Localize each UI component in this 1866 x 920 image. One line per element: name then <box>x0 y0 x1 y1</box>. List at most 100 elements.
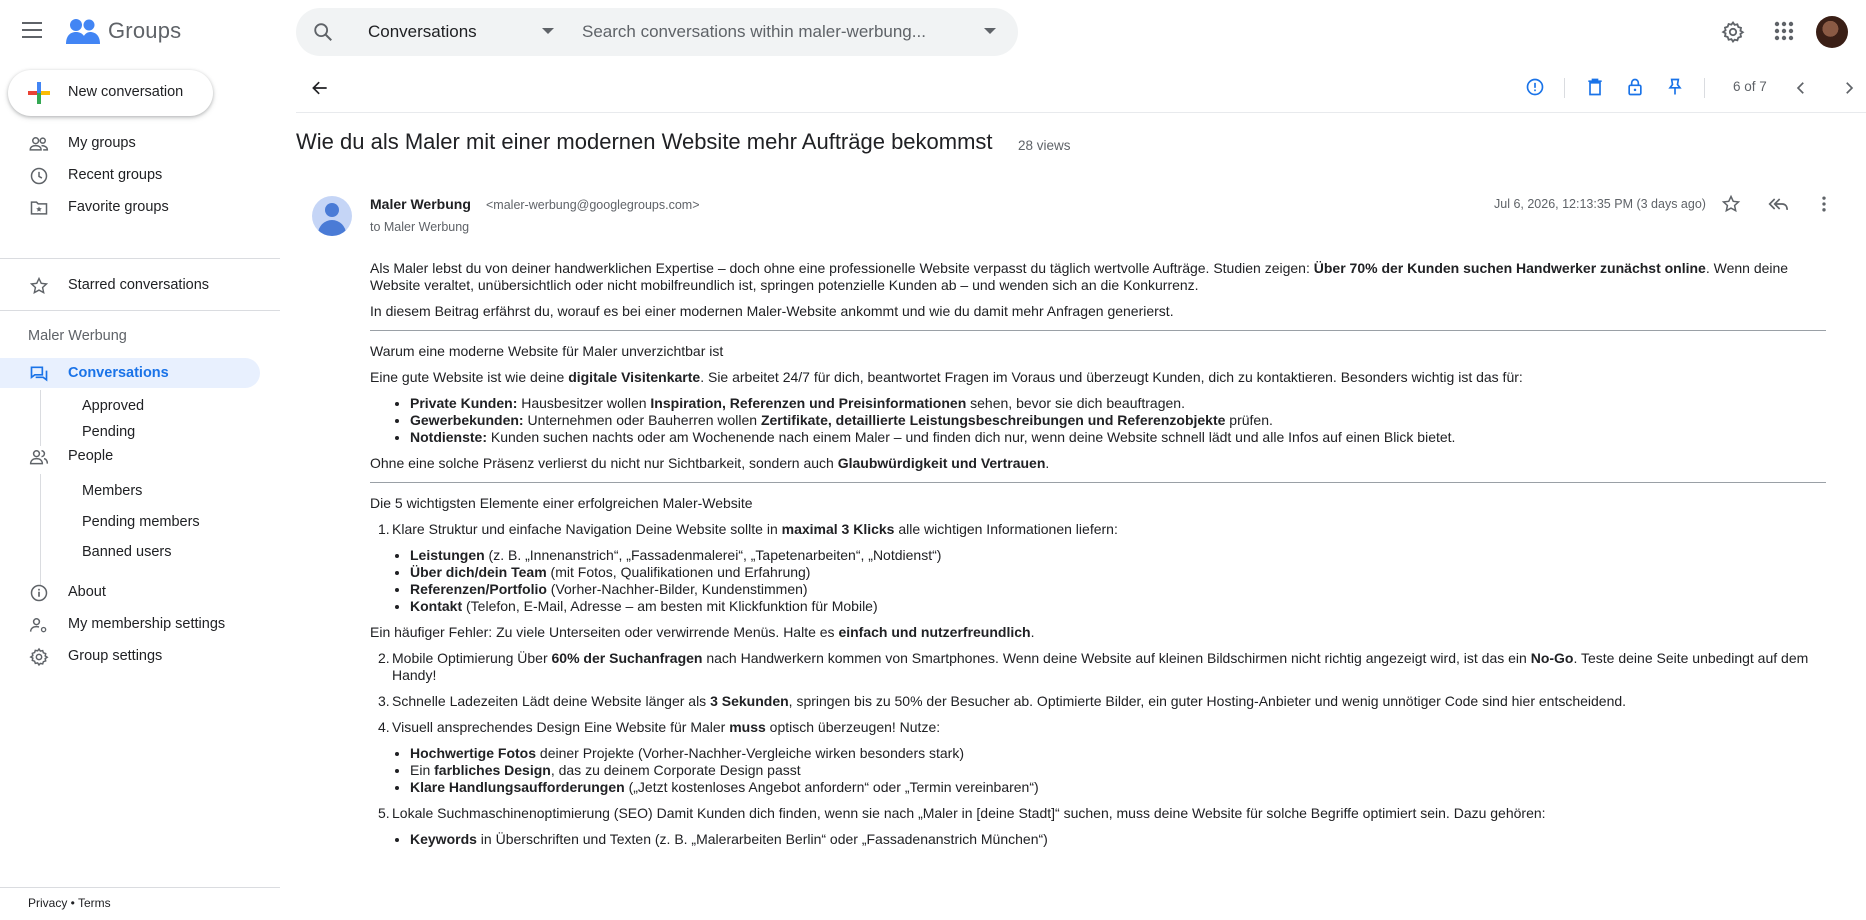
chevron-down-icon[interactable] <box>542 28 554 34</box>
privacy-link[interactable]: Privacy <box>28 896 67 910</box>
tree-line <box>40 390 41 446</box>
sidebar-item-banned-users[interactable]: Banned users <box>82 544 171 560</box>
pin-icon[interactable] <box>1665 77 1685 97</box>
numbered-item: 1. Klare Struktur und einfache Navigation… <box>378 521 1118 537</box>
star-icon[interactable] <box>1721 194 1741 214</box>
sidebar-item-people[interactable]: People <box>0 441 260 471</box>
recipient-line: to Maler Werbung <box>370 220 470 234</box>
lock-icon[interactable] <box>1625 77 1645 97</box>
sidebar-item-members[interactable]: Members <box>82 483 142 499</box>
chevron-left-icon[interactable] <box>1792 79 1810 97</box>
tree-line <box>40 474 41 586</box>
top-bar: Groups Conversations <box>0 0 1866 64</box>
terms-link[interactable]: Terms <box>78 896 111 910</box>
delete-icon[interactable] <box>1585 77 1605 97</box>
toolbar-divider <box>296 112 1866 113</box>
star-icon <box>29 276 49 295</box>
app-name: Groups <box>108 18 182 43</box>
gear-icon <box>29 647 49 667</box>
horizontal-rule <box>370 330 1826 331</box>
sidebar-item-approved[interactable]: Approved <box>82 398 144 414</box>
search-scope-select[interactable]: Conversations <box>368 22 477 42</box>
sidebar: New conversation My groups Recent groups… <box>0 64 280 920</box>
numbered-item: 5. Lokale Suchmaschinenoptimierung (SEO) … <box>378 805 1546 821</box>
footer-separator: • <box>67 896 78 910</box>
sidebar-item-recent-groups[interactable]: Recent groups <box>0 160 260 190</box>
paragraph: In diesem Beitrag erfährst du, worauf es… <box>370 303 1174 319</box>
bullet-list: Hochwertige Fotos deiner Projekte (Vorhe… <box>410 745 1826 796</box>
forum-icon <box>30 366 48 382</box>
horizontal-rule <box>370 482 1826 483</box>
bullet-list: Private Kunden: Hausbesitzer wollen Insp… <box>410 395 1826 446</box>
view-count: 28 views <box>1018 138 1071 153</box>
search-bar: Conversations <box>296 8 1018 56</box>
sidebar-item-group-settings[interactable]: Group settings <box>0 641 260 671</box>
chevron-right-icon[interactable] <box>1840 79 1858 97</box>
search-options-icon[interactable] <box>984 28 996 34</box>
sidebar-item-starred[interactable]: Starred conversations <box>0 270 260 300</box>
clock-icon <box>30 167 48 185</box>
groups-logo-icon <box>66 19 100 44</box>
sidebar-item-label: Favorite groups <box>68 199 169 215</box>
new-conversation-button[interactable]: New conversation <box>8 70 213 116</box>
sidebar-item-membership-settings[interactable]: My membership settings <box>0 609 260 639</box>
message-date: Jul 6, 2026, 12:13:35 PM (3 days ago) <box>1494 197 1706 211</box>
sidebar-divider <box>0 310 280 311</box>
search-input[interactable] <box>582 18 972 46</box>
sidebar-item-about[interactable]: About <box>0 577 260 607</box>
star-folder-icon <box>30 201 48 215</box>
list-item: Gewerbekunden: Unternehmen oder Bauherre… <box>410 412 1826 429</box>
plus-icon <box>28 82 50 104</box>
list-item: Referenzen/Portfolio (Vorher-Nachher-Bil… <box>410 581 1826 598</box>
paragraph: Als Maler lebst du von deiner handwerkli… <box>370 260 1789 293</box>
report-icon[interactable] <box>1525 77 1545 97</box>
info-icon <box>30 584 48 602</box>
thread-subject: Wie du als Maler mit einer modernen Webs… <box>296 129 993 154</box>
bullet-list: Keywords in Überschriften und Texten (z.… <box>410 831 1826 848</box>
list-item: Private Kunden: Hausbesitzer wollen Insp… <box>410 395 1826 412</box>
sidebar-item-favorite-groups[interactable]: Favorite groups <box>0 192 260 222</box>
search-icon[interactable] <box>312 21 334 43</box>
reply-all-icon[interactable] <box>1767 194 1789 214</box>
numbered-item: 3. Schnelle Ladezeiten Lädt deine Website… <box>378 693 1627 709</box>
numbered-item: 2. Mobile Optimierung Über 60% der Suchan… <box>378 650 1809 683</box>
section-heading: Die 5 wichtigsten Elemente einer erfolgr… <box>370 495 753 511</box>
sidebar-item-label: My membership settings <box>68 616 226 632</box>
people-icon <box>29 450 49 465</box>
sidebar-item-label: My groups <box>68 135 136 151</box>
bullet-list: Leistungen (z. B. „Innenanstrich“, „Fass… <box>410 547 1826 615</box>
sidebar-item-label: Recent groups <box>68 167 163 183</box>
toolbar-separator <box>1704 78 1705 98</box>
people-icon <box>29 137 49 151</box>
back-arrow-icon[interactable] <box>310 78 330 98</box>
list-item: Klare Handlungsaufforderungen („Jetzt ko… <box>410 779 1826 796</box>
main-content: 6 of 7 Wie du als Maler mit einer modern… <box>296 64 1866 920</box>
sender-name[interactable]: Maler Werbung <box>370 196 471 212</box>
paragraph: Ohne eine solche Präsenz verlierst du ni… <box>370 455 1050 471</box>
apps-grid-icon[interactable] <box>1773 20 1795 42</box>
footer-links: Privacy • Terms <box>28 896 111 910</box>
list-item: Ein farbliches Design, das zu deinem Cor… <box>410 762 1826 779</box>
sender-email: <maler-werbung@googlegroups.com> <box>486 198 700 212</box>
sidebar-item-conversations[interactable]: Conversations <box>0 358 260 388</box>
gear-icon[interactable] <box>1721 20 1745 44</box>
numbered-item: 4. Visuell ansprechendes Design Eine Webs… <box>378 719 941 735</box>
section-heading: Warum eine moderne Website für Maler unv… <box>370 343 724 359</box>
sender-avatar[interactable] <box>312 196 352 236</box>
pager-count: 6 of 7 <box>1733 79 1767 94</box>
sidebar-item-label: Conversations <box>68 365 169 381</box>
sidebar-item-my-groups[interactable]: My groups <box>0 128 260 158</box>
group-name-heading[interactable]: Maler Werbung <box>28 328 127 344</box>
sidebar-item-pending-members[interactable]: Pending members <box>82 514 200 530</box>
sidebar-item-pending[interactable]: Pending <box>82 424 135 440</box>
new-conversation-label: New conversation <box>68 84 184 100</box>
main-menu-icon[interactable] <box>22 22 42 38</box>
list-item: Hochwertige Fotos deiner Projekte (Vorhe… <box>410 745 1826 762</box>
more-vert-icon[interactable] <box>1816 194 1832 214</box>
sidebar-item-label: Starred conversations <box>68 277 210 293</box>
paragraph: Eine gute Website ist wie deine digitale… <box>370 369 1523 385</box>
list-item: Notdienste: Kunden suchen nachts oder am… <box>410 429 1826 446</box>
account-avatar[interactable] <box>1816 16 1848 48</box>
list-item: Leistungen (z. B. „Innenanstrich“, „Fass… <box>410 547 1826 564</box>
groups-logo[interactable]: Groups <box>66 18 181 44</box>
